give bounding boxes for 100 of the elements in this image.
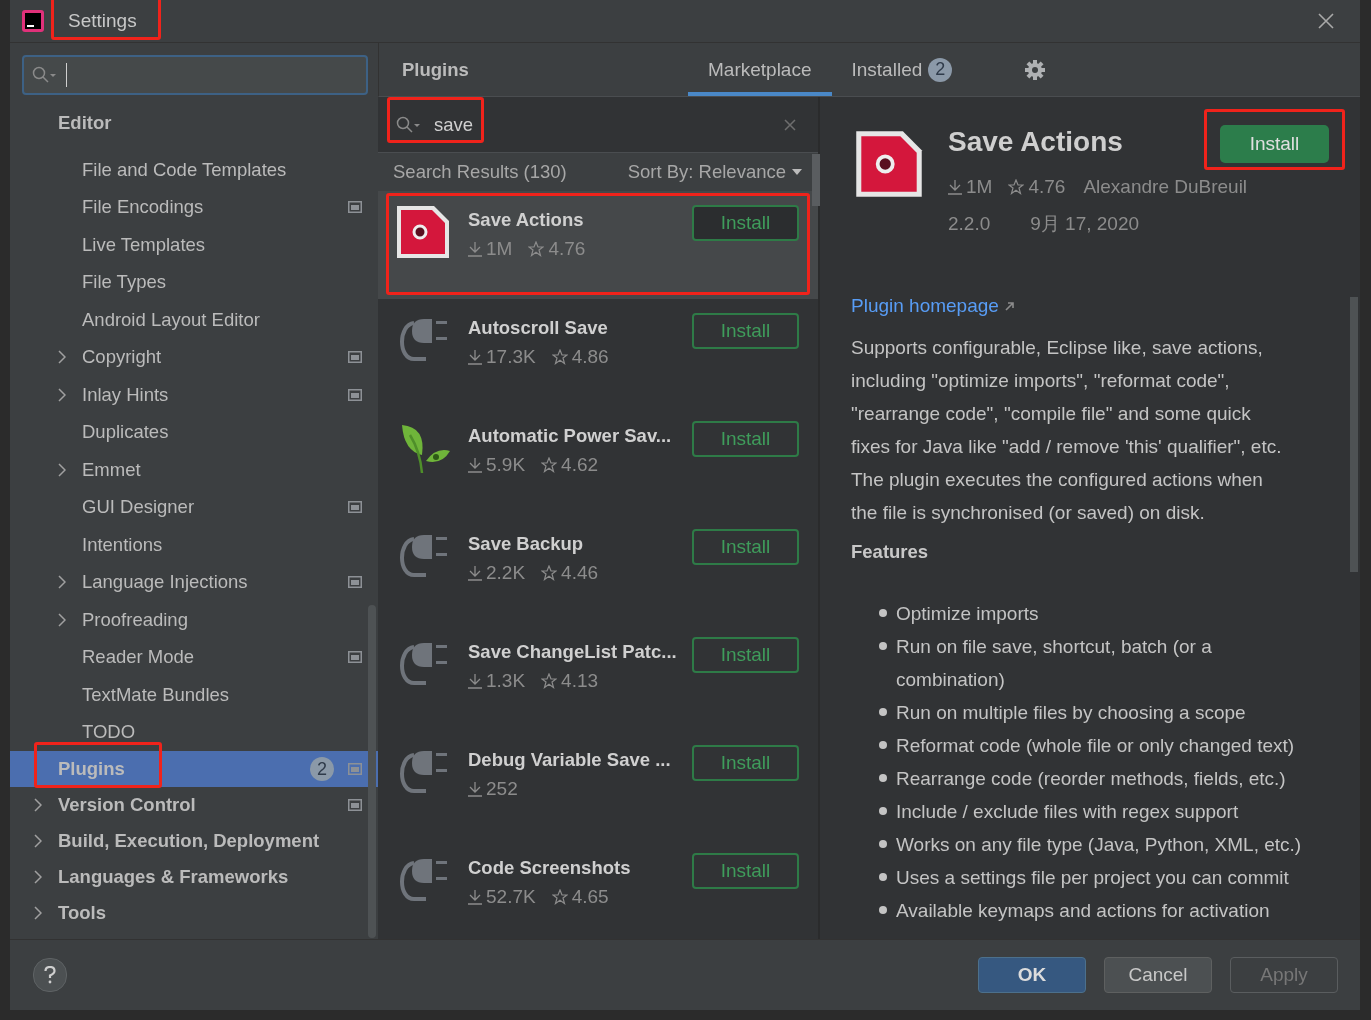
- download-icon: [468, 457, 482, 473]
- project-icon: [348, 351, 362, 364]
- plugin-icon: [855, 130, 923, 198]
- download-count: 17.3K: [486, 346, 536, 368]
- external-link-icon: [1004, 301, 1015, 311]
- dialog-button[interactable]: OK: [978, 957, 1086, 993]
- sidebar-item[interactable]: Copyright: [10, 338, 378, 376]
- sidebar-item[interactable]: Android Layout Editor: [10, 301, 378, 339]
- download-icon: [948, 179, 962, 195]
- sidebar-item[interactable]: Build, Execution, Deployment: [10, 823, 378, 859]
- feature-item: Run on multiple files by choosing a scope: [896, 701, 1246, 725]
- bullet-icon: [879, 873, 887, 881]
- sidebar-item[interactable]: Inlay Hints: [10, 376, 378, 414]
- sidebar-item[interactable]: Plugins 2: [10, 751, 378, 787]
- bullet-icon: [879, 774, 887, 782]
- sidebar-item[interactable]: Reader Mode: [10, 638, 378, 676]
- plugin-name: Automatic Power Sav...: [468, 425, 673, 447]
- scrollbar[interactable]: [368, 605, 376, 938]
- star-icon: [541, 565, 558, 581]
- sort-dropdown[interactable]: Sort By: Relevance: [627, 161, 802, 183]
- scrollbar[interactable]: [1350, 297, 1358, 572]
- rating: 4.62: [561, 454, 599, 476]
- star-icon: [1008, 179, 1025, 195]
- plugin-name: Save Actions: [468, 209, 585, 231]
- count-badge: 2: [928, 57, 953, 82]
- sidebar-item[interactable]: Version Control: [10, 787, 378, 823]
- sidebar-item[interactable]: Editor: [10, 105, 378, 141]
- close-icon[interactable]: [1318, 13, 1334, 29]
- sidebar-item[interactable]: TextMate Bundles: [10, 676, 378, 714]
- plugin-row[interactable]: Save Actions 1M 4.76 Install: [378, 191, 818, 299]
- bullet-icon: [879, 609, 887, 617]
- download-icon: [468, 889, 482, 905]
- plugin-name: Autoscroll Save: [468, 317, 609, 339]
- homepage-link[interactable]: Plugin homepage: [851, 295, 999, 317]
- feature-item: Run on file save, shortcut, batch (or a combination): [896, 635, 1213, 692]
- scrollbar[interactable]: [812, 154, 820, 206]
- chevron-icon: [58, 462, 66, 477]
- download-icon: [468, 241, 482, 257]
- download-count: 1M: [966, 176, 993, 198]
- sidebar-item[interactable]: File and Code Templates: [10, 151, 378, 189]
- help-button[interactable]: [33, 958, 67, 992]
- sidebar-item[interactable]: File Encodings: [10, 188, 378, 226]
- install-button[interactable]: Install: [692, 421, 799, 457]
- sidebar-item[interactable]: File Types: [10, 263, 378, 301]
- dialog-button[interactable]: Cancel: [1104, 957, 1212, 993]
- version: 2.2.0: [948, 213, 991, 235]
- project-icon: [348, 576, 362, 589]
- chevron-icon: [34, 798, 42, 812]
- download-count: 5.9K: [486, 454, 526, 476]
- install-button[interactable]: Install: [1220, 125, 1329, 163]
- window-title: Settings: [68, 10, 137, 32]
- project-icon: [348, 388, 362, 401]
- bullet-icon: [879, 642, 887, 650]
- plugin-row[interactable]: Save ChangeList Patc... 1.3K 4.13 Install: [378, 623, 818, 731]
- plugin-title: Save Actions: [948, 126, 1123, 158]
- sidebar-item[interactable]: Emmet: [10, 451, 378, 489]
- install-button[interactable]: Install: [692, 853, 799, 889]
- sidebar-item[interactable]: Tools: [10, 895, 378, 931]
- caret-icon: [792, 169, 802, 175]
- sidebar-item[interactable]: Live Templates: [10, 226, 378, 264]
- install-button[interactable]: Install: [692, 205, 799, 241]
- search-field[interactable]: save: [378, 97, 818, 153]
- sidebar-item[interactable]: Intentions: [10, 526, 378, 564]
- star-icon: [541, 457, 558, 473]
- project-icon: [348, 799, 362, 811]
- sidebar-item[interactable]: Proofreading: [10, 601, 378, 639]
- sidebar-item[interactable]: Duplicates: [10, 413, 378, 451]
- feature-item: Include / exclude files with regex support: [896, 800, 1239, 824]
- plugin-row[interactable]: Code Screenshots 52.7K 4.65 Install: [378, 839, 818, 939]
- search-icon: [32, 66, 58, 84]
- chevron-icon: [34, 870, 42, 884]
- install-button[interactable]: Install: [692, 313, 799, 349]
- clear-icon[interactable]: [784, 118, 796, 131]
- tab[interactable]: Installed 2: [831, 43, 973, 96]
- search-field[interactable]: [22, 55, 368, 95]
- count-badge: 2: [310, 757, 334, 781]
- download-count: 252: [486, 778, 518, 800]
- sidebar-item[interactable]: Language Injections: [10, 563, 378, 601]
- plugin-row[interactable]: Autoscroll Save 17.3K 4.86 Install: [378, 299, 818, 407]
- sidebar-item[interactable]: GUI Designer: [10, 488, 378, 526]
- feature-item: Uses a settings file per project you can commit: [896, 866, 1289, 890]
- release-date: 9月 17, 2020: [1030, 212, 1140, 236]
- feature-item: Reformat code (whole file or only changed text): [896, 734, 1295, 758]
- project-icon: [348, 651, 362, 664]
- install-button[interactable]: Install: [692, 529, 799, 565]
- sidebar-item[interactable]: TODO: [10, 713, 378, 751]
- plugin-row[interactable]: Automatic Power Sav... 5.9K 4.62 Install: [378, 407, 818, 515]
- project-icon: [348, 501, 362, 514]
- feature-item: Optimize imports: [896, 602, 1039, 626]
- sidebar-item[interactable]: Languages & Frameworks: [10, 859, 378, 895]
- install-button[interactable]: Install: [692, 637, 799, 673]
- settings-icon[interactable]: [1024, 58, 1047, 81]
- plugin-row[interactable]: Debug Variable Save ... 252 Install: [378, 731, 818, 839]
- plugin-row[interactable]: Save Backup 2.2K 4.46 Install: [378, 515, 818, 623]
- plugin-icon: [396, 205, 450, 259]
- star-icon: [528, 241, 545, 257]
- help-icon: [44, 966, 56, 984]
- download-count: 1M: [486, 238, 513, 260]
- install-button[interactable]: Install: [692, 745, 799, 781]
- feature-item: Works on any file type (Java, Python, XML, etc.): [896, 833, 1302, 857]
